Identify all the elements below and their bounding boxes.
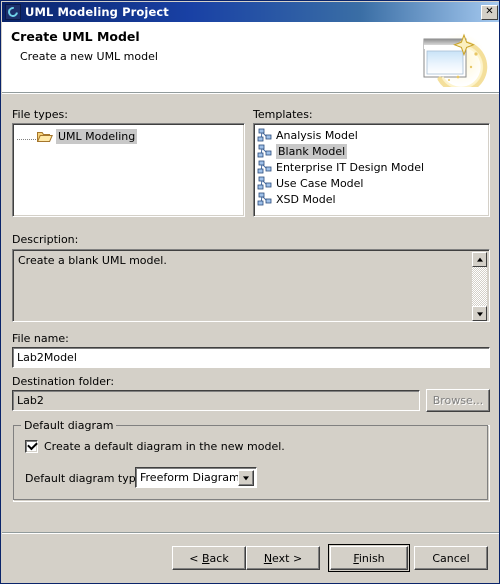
cancel-button-label: Cancel <box>432 551 470 565</box>
next-button[interactable]: Next > <box>246 546 320 570</box>
create-default-diagram-checkbox[interactable] <box>25 439 38 453</box>
tree-item-uml-modeling[interactable]: UML Modeling <box>17 128 138 144</box>
description-label: Description: <box>12 233 79 246</box>
uml-model-icon <box>257 144 273 159</box>
description-text: Create a blank UML model. <box>18 254 167 267</box>
cancel-button[interactable]: Cancel <box>414 546 488 570</box>
window-title: UML Modeling Project <box>25 5 169 19</box>
template-item-analysis-model[interactable]: Analysis Model <box>257 127 358 143</box>
destination-folder-label: Destination folder: <box>12 375 115 388</box>
tree-connector-icon <box>17 139 36 141</box>
file-name-label: File name: <box>12 332 69 345</box>
file-types-label: File types: <box>12 108 68 121</box>
default-diagram-type-select[interactable]: Freeform Diagram <box>135 467 257 488</box>
template-item-blank-model[interactable]: Blank Model <box>257 143 348 159</box>
template-item-label: Blank Model <box>276 143 348 159</box>
create-default-diagram-checkbox-row[interactable]: Create a default diagram in the new mode… <box>25 439 285 453</box>
finish-button[interactable]: Finish <box>328 544 410 572</box>
template-item-label: Use Case Model <box>276 176 364 190</box>
folder-open-icon <box>36 130 53 143</box>
uml-project-icon <box>5 4 21 20</box>
scroll-down-button[interactable] <box>472 306 487 321</box>
description-box: Create a blank UML model. <box>12 249 490 322</box>
template-item-label: XSD Model <box>276 192 336 206</box>
uml-model-icon <box>257 176 273 191</box>
default-diagram-type-value: Freeform Diagram <box>140 471 238 484</box>
template-item-label: Enterprise IT Design Model <box>276 160 425 174</box>
back-button[interactable]: < Back <box>172 546 246 570</box>
dropdown-arrow-button[interactable] <box>238 469 254 486</box>
uml-model-icon <box>257 160 273 175</box>
file-types-list[interactable]: UML Modeling <box>12 123 245 217</box>
default-diagram-group: Default diagram Create a default diagram… <box>13 419 490 502</box>
close-icon: ✕ <box>485 6 494 17</box>
default-diagram-type-label: Default diagram type: <box>25 472 147 485</box>
file-name-input[interactable]: Lab2Model <box>12 347 490 368</box>
scroll-up-button[interactable] <box>472 252 487 267</box>
template-item-xsd-model[interactable]: XSD Model <box>257 191 336 207</box>
templates-list[interactable]: Analysis Model Blank Model Enterprise IT… <box>253 123 490 217</box>
chevron-down-icon <box>243 475 249 480</box>
default-diagram-group-label: Default diagram <box>21 419 117 432</box>
finish-button-label: Finish <box>353 551 385 565</box>
create-default-diagram-label: Create a default diagram in the new mode… <box>44 440 285 453</box>
destination-folder-input[interactable]: Lab2 <box>12 390 420 411</box>
templates-label: Templates: <box>253 108 313 121</box>
browse-button[interactable]: Browse... <box>426 389 490 412</box>
tree-item-label: UML Modeling <box>56 128 138 144</box>
uml-modeling-project-dialog: UML Modeling Project ✕ Create UML Model … <box>0 0 500 584</box>
page-title: Create UML Model <box>11 29 140 44</box>
template-item-use-case-model[interactable]: Use Case Model <box>257 175 364 191</box>
title-bar[interactable]: UML Modeling Project ✕ <box>2 2 499 22</box>
template-item-label: Analysis Model <box>276 128 358 142</box>
footer-divider-highlight <box>2 533 499 534</box>
chevron-down-icon <box>476 311 483 316</box>
browse-button-label: Browse... <box>432 394 484 407</box>
chevron-up-icon <box>476 257 483 262</box>
back-button-label: < Back <box>189 551 229 565</box>
close-button[interactable]: ✕ <box>481 4 498 20</box>
wizard-new-model-icon <box>423 33 488 87</box>
uml-model-icon <box>257 128 273 143</box>
uml-model-icon <box>257 192 273 207</box>
page-subtitle: Create a new UML model <box>20 50 158 63</box>
description-scrollbar[interactable] <box>472 252 487 321</box>
next-button-label: Next > <box>263 551 303 565</box>
wizard-header: Create UML Model Create a new UML model <box>2 22 499 92</box>
dialog-body: File types: UML Modeling Templates: Anal… <box>2 94 499 583</box>
checkmark-icon <box>27 439 38 451</box>
template-item-enterprise-it-design-model[interactable]: Enterprise IT Design Model <box>257 159 424 175</box>
scrollbar-track[interactable] <box>472 267 487 306</box>
